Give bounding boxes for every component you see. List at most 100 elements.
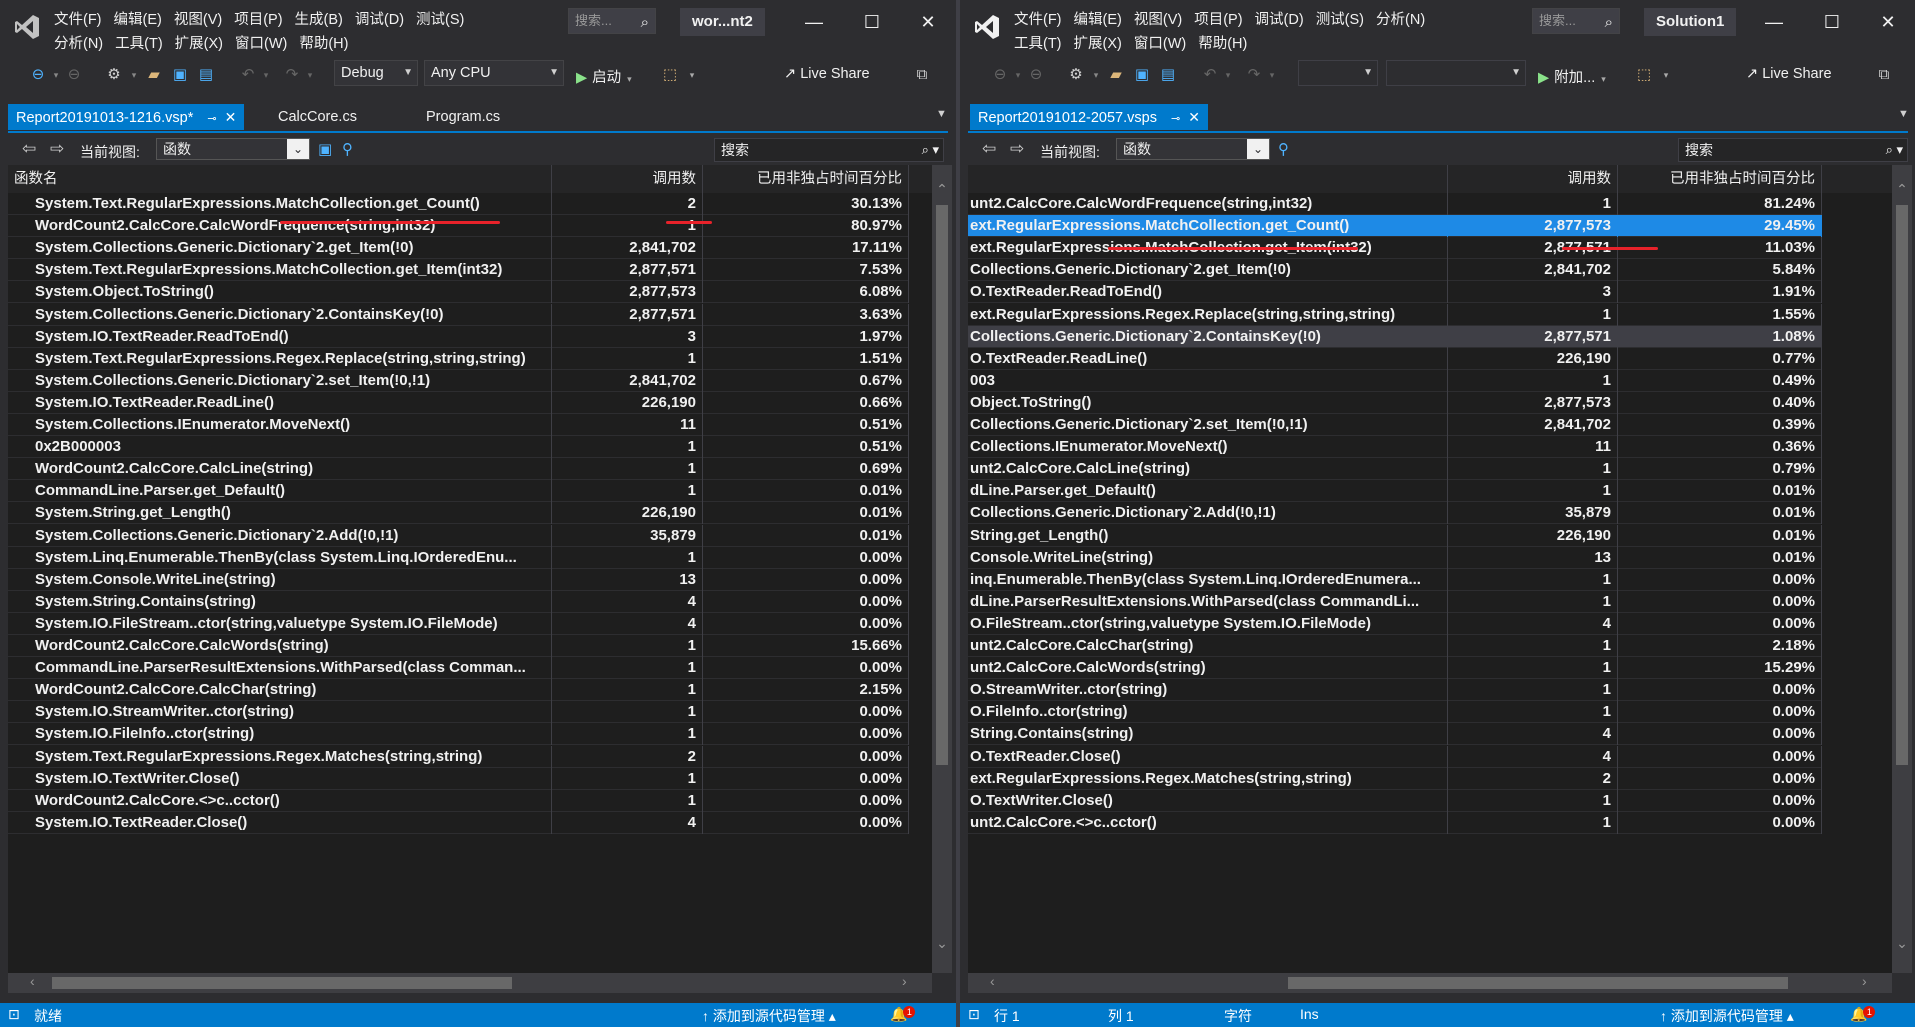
- live-share-button[interactable]: ↗ Live Share: [784, 66, 870, 82]
- menu-item[interactable]: 工具(T): [113, 32, 173, 53]
- configuration-select[interactable]: Debug ▼: [334, 60, 418, 86]
- table-row[interactable]: O.FileInfo..ctor(string) 1 0.00%: [968, 701, 1822, 724]
- platform-select[interactable]: Any CPU ▼: [424, 60, 564, 86]
- dropdown-icon[interactable]: ▾: [1262, 64, 1282, 86]
- scroll-left-icon[interactable]: ‹: [30, 973, 35, 989]
- scroll-up-icon[interactable]: ⌃: [932, 181, 952, 198]
- menu-item[interactable]: 编辑(E): [112, 8, 172, 29]
- feedback-icon[interactable]: ⧉: [912, 64, 932, 86]
- notifications-icon[interactable]: 🔔1: [890, 1006, 916, 1023]
- close-window-button[interactable]: ✕: [906, 8, 950, 36]
- undo-icon[interactable]: ↶: [1200, 64, 1220, 86]
- find-in-files-icon[interactable]: ⬚: [1634, 64, 1654, 86]
- table-row[interactable]: 003 1 0.49%: [968, 369, 1822, 392]
- feedback-icon[interactable]: ⧉: [1874, 64, 1894, 86]
- dropdown-icon[interactable]: ▾: [1218, 64, 1238, 86]
- save-all-icon[interactable]: ▤: [196, 64, 216, 86]
- open-folder-icon[interactable]: ▰: [144, 64, 164, 86]
- tab-list-dropdown-icon[interactable]: ▼: [1898, 108, 1909, 120]
- table-row[interactable]: 0x2B000003 1 0.51%: [8, 436, 909, 459]
- column-header-function-name[interactable]: 函数名: [8, 165, 552, 193]
- table-row[interactable]: System.IO.FileInfo..ctor(string) 1 0.00%: [8, 723, 909, 746]
- table-row[interactable]: String.get_Length() 226,190 0.01%: [968, 524, 1822, 547]
- table-row[interactable]: CommandLine.Parser.get_Default() 1 0.01%: [8, 480, 909, 503]
- column-header-call-count[interactable]: 调用数: [552, 165, 703, 193]
- menu-item[interactable]: 窗口(W): [1132, 32, 1196, 53]
- table-row[interactable]: Collections.IEnumerator.MoveNext() 11 0.36…: [968, 436, 1822, 459]
- table-row[interactable]: Console.WriteLine(string) 13 0.01%: [968, 546, 1822, 569]
- table-row[interactable]: unt2.CalcCore.CalcChar(string) 1 2.18%: [968, 635, 1822, 658]
- current-view-select[interactable]: 函数 ⌄: [1116, 138, 1270, 160]
- attach-button[interactable]: ▶ 附加... ▾: [1538, 66, 1606, 87]
- menu-item[interactable]: 文件(F): [52, 8, 112, 29]
- quick-search-input[interactable]: 搜索... ⌕: [1532, 8, 1620, 34]
- table-row[interactable]: System.Linq.Enumerable.ThenBy(class Syst…: [8, 546, 909, 569]
- source-control-button[interactable]: ↑ 添加到源代码管理 ▴: [1660, 1006, 1794, 1026]
- menu-item[interactable]: 测试(S): [414, 8, 474, 29]
- table-row[interactable]: O.TextReader.ReadLine() 226,190 0.77%: [968, 347, 1822, 370]
- pin-icon[interactable]: ⊸: [207, 113, 216, 125]
- table-row[interactable]: System.Collections.Generic.Dictionary`2.…: [8, 369, 909, 392]
- menu-item[interactable]: 扩展(X): [173, 32, 233, 53]
- table-row[interactable]: System.IO.TextReader.ReadToEnd() 3 1.97%: [8, 325, 909, 348]
- scroll-down-icon[interactable]: ⌄: [1892, 935, 1912, 952]
- table-row[interactable]: System.Console.WriteLine(string) 13 0.00%: [8, 568, 909, 591]
- menu-item[interactable]: 分析(N): [52, 32, 113, 53]
- menu-item[interactable]: 生成(B): [293, 8, 353, 29]
- back-icon[interactable]: ⊖: [990, 64, 1010, 86]
- menu-item[interactable]: 文件(F): [1012, 8, 1072, 29]
- table-row[interactable]: System.Collections.Generic.Dictionary`2.…: [8, 237, 909, 260]
- scroll-up-icon[interactable]: ⌃: [1892, 181, 1912, 198]
- platform-select[interactable]: ▼: [1386, 60, 1526, 86]
- vertical-scrollbar[interactable]: ⌃ ⌄: [932, 165, 952, 973]
- scroll-thumb[interactable]: [52, 977, 512, 989]
- scroll-right-icon[interactable]: ›: [1862, 973, 1867, 989]
- tab-list-dropdown-icon[interactable]: ▼: [936, 108, 947, 120]
- quick-search-input[interactable]: 搜索... ⌕: [568, 8, 656, 34]
- table-row[interactable]: O.TextReader.ReadToEnd() 3 1.91%: [968, 281, 1822, 304]
- notifications-icon[interactable]: 🔔1: [1850, 1006, 1876, 1023]
- column-header-inclusive-percent[interactable]: 已用非独占时间百分比: [1618, 165, 1822, 193]
- tab-report[interactable]: Report20191012-2057.vsps ⊸ ✕: [970, 104, 1208, 130]
- dropdown-icon[interactable]: ▾: [46, 64, 66, 86]
- nav-forward-icon[interactable]: ⇨: [1010, 139, 1024, 159]
- menu-item[interactable]: 帮助(H): [1196, 32, 1257, 53]
- menu-item[interactable]: 调试(D): [1253, 8, 1314, 29]
- close-tab-icon[interactable]: ✕: [1188, 109, 1200, 125]
- horizontal-scrollbar[interactable]: ‹ ›: [968, 973, 1892, 993]
- scroll-thumb[interactable]: [1288, 977, 1788, 989]
- forward-icon[interactable]: ⊖: [1026, 64, 1046, 86]
- table-row[interactable]: O.TextReader.Close() 4 0.00%: [968, 745, 1822, 768]
- menu-item[interactable]: 扩展(X): [1072, 32, 1132, 53]
- redo-icon[interactable]: ↷: [1244, 64, 1264, 86]
- save-icon[interactable]: ▣: [1132, 64, 1152, 86]
- menu-item[interactable]: 窗口(W): [233, 32, 297, 53]
- table-row[interactable]: System.IO.StreamWriter..ctor(string) 1 0.0…: [8, 701, 909, 724]
- menu-item[interactable]: 调试(D): [353, 8, 414, 29]
- table-row[interactable]: System.IO.TextReader.Close() 4 0.00%: [8, 811, 909, 834]
- dropdown-icon[interactable]: ▾: [300, 64, 320, 86]
- table-row[interactable]: System.Text.RegularExpressions.MatchColl…: [8, 259, 909, 282]
- back-icon[interactable]: ⊖: [28, 64, 48, 86]
- table-row[interactable]: dLine.Parser.get_Default() 1 0.01%: [968, 480, 1822, 503]
- table-row[interactable]: WordCount2.CalcCore.CalcChar(string) 1 2.1…: [8, 679, 909, 702]
- start-button[interactable]: ▶ 启动 ▾: [576, 66, 632, 87]
- toolbar-options-icon[interactable]: ▾: [682, 64, 702, 86]
- scroll-thumb[interactable]: [1896, 205, 1908, 765]
- menu-item[interactable]: 工具(T): [1012, 32, 1072, 53]
- menu-item[interactable]: 视图(V): [172, 8, 232, 29]
- configuration-select[interactable]: ▼: [1298, 60, 1378, 86]
- save-all-icon[interactable]: ▤: [1158, 64, 1178, 86]
- grid-search-input[interactable]: 搜索 ⌕ ▾: [1678, 138, 1908, 162]
- table-row[interactable]: inq.Enumerable.ThenBy(class System.Linq.…: [968, 568, 1822, 591]
- table-row[interactable]: System.Collections.Generic.Dictionary`2.…: [8, 524, 909, 547]
- redo-icon[interactable]: ↷: [282, 64, 302, 86]
- table-row[interactable]: CommandLine.ParserResultExtensions.WithP…: [8, 657, 909, 680]
- table-row[interactable]: Object.ToString() 2,877,573 0.40%: [968, 391, 1822, 414]
- scroll-right-icon[interactable]: ›: [902, 973, 907, 989]
- table-row[interactable]: unt2.CalcCore.CalcWords(string) 1 15.29%: [968, 657, 1822, 680]
- new-project-icon[interactable]: ⚙: [104, 64, 124, 86]
- current-view-select[interactable]: 函数 ⌄: [156, 138, 310, 160]
- tab-calccore[interactable]: CalcCore.cs: [270, 104, 365, 130]
- menu-item[interactable]: 测试(S): [1314, 8, 1374, 29]
